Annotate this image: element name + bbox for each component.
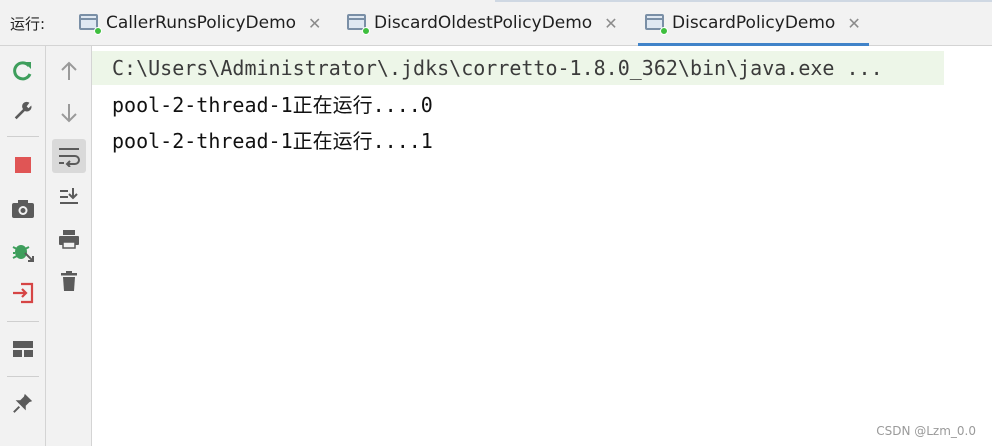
- tab-label: DiscardOldestPolicyDemo: [374, 13, 593, 33]
- tab-label: CallerRunsPolicyDemo: [106, 13, 297, 33]
- close-icon[interactable]: ✕: [308, 14, 321, 33]
- run-tab-bar: 运行: CallerRunsPolicyDemo ✕ DiscardOldest…: [0, 0, 992, 46]
- layout-button[interactable]: [8, 334, 38, 364]
- run-config-icon: [78, 12, 102, 35]
- close-icon[interactable]: ✕: [847, 14, 860, 33]
- layout-icon: [13, 341, 33, 357]
- toolbar-separator: [7, 136, 39, 137]
- tab-discard-oldest-policy-demo[interactable]: DiscardOldestPolicyDemo ✕: [340, 0, 618, 46]
- scroll-to-end-icon: [60, 188, 78, 204]
- command-line[interactable]: C:\Users\Administrator\.jdks\corretto-1.…: [92, 51, 944, 85]
- dump-threads-button[interactable]: [8, 194, 38, 224]
- print-icon: [59, 230, 79, 249]
- console-toolbar: [46, 46, 92, 446]
- exit-button[interactable]: [8, 278, 38, 308]
- tab-caller-runs-policy-demo[interactable]: CallerRunsPolicyDemo ✕: [72, 0, 321, 46]
- stop-icon: [15, 157, 31, 173]
- wrench-icon: [14, 101, 32, 120]
- previous-occurrence-button[interactable]: [54, 56, 84, 86]
- settings-button[interactable]: [8, 96, 38, 126]
- stop-button[interactable]: [8, 150, 38, 180]
- toolbar-separator: [7, 376, 39, 377]
- trash-icon: [61, 271, 77, 291]
- pin-icon: [13, 393, 33, 413]
- run-toolbar: [0, 46, 46, 446]
- scroll-to-end-button[interactable]: [54, 182, 84, 212]
- camera-icon: [12, 200, 34, 218]
- console-line: pool-2-thread-1正在运行....1: [112, 129, 433, 153]
- tab-discard-policy-demo[interactable]: DiscardPolicyDemo ✕: [638, 0, 869, 46]
- print-button[interactable]: [54, 224, 84, 254]
- run-config-icon: [346, 12, 370, 35]
- rerun-icon: [13, 61, 32, 81]
- toolbar-separator: [7, 321, 39, 322]
- debug-icon: [12, 245, 34, 262]
- console-line: pool-2-thread-1正在运行....0: [112, 93, 433, 117]
- rerun-button[interactable]: [8, 56, 38, 86]
- pin-button[interactable]: [8, 388, 38, 418]
- tab-label: DiscardPolicyDemo: [672, 13, 836, 33]
- run-config-icon: [644, 12, 668, 35]
- exit-icon: [13, 282, 34, 304]
- console-output[interactable]: C:\Users\Administrator\.jdks\corretto-1.…: [92, 46, 992, 446]
- soft-wrap-button[interactable]: [52, 139, 86, 173]
- arrow-up-icon: [61, 61, 77, 80]
- arrow-down-icon: [61, 104, 77, 123]
- soft-wrap-icon: [59, 148, 80, 167]
- close-icon[interactable]: ✕: [604, 14, 617, 33]
- clear-all-button[interactable]: [54, 266, 84, 296]
- debug-button[interactable]: [8, 236, 38, 266]
- next-occurrence-button[interactable]: [54, 98, 84, 128]
- run-label: 运行:: [10, 15, 46, 33]
- watermark: CSDN @Lzm_0.0: [876, 424, 976, 438]
